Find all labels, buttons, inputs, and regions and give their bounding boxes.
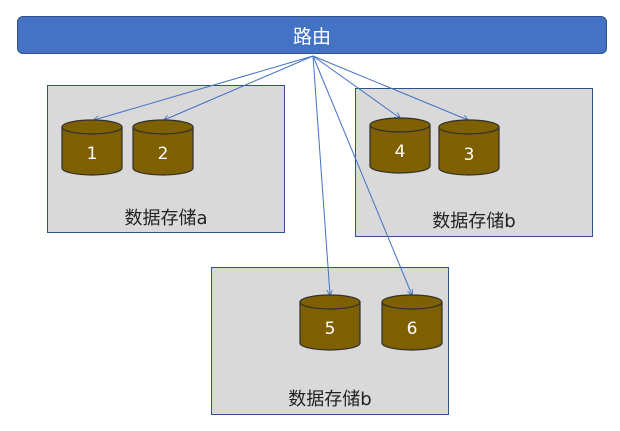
disk-5-label: 5 (325, 319, 336, 339)
disk-6: 6 (381, 294, 443, 351)
disk-1: 1 (61, 119, 123, 176)
disk-2-label: 2 (158, 144, 169, 164)
disk-6-label: 6 (407, 319, 418, 339)
disk-3: 3 (438, 119, 500, 176)
disk-1-label: 1 (87, 144, 98, 164)
diagram-canvas: 1 2 4 3 5 6 (61, 55, 500, 351)
edge-router-disk-2 (164, 55, 314, 120)
disk-2: 2 (132, 119, 194, 176)
edge-router-disk-3 (312, 55, 468, 120)
disk-3-label: 3 (464, 145, 475, 165)
disk-4: 4 (369, 117, 431, 174)
disk-5: 5 (299, 294, 361, 351)
disk-4-label: 4 (395, 142, 406, 162)
edge-router-disk-1 (94, 55, 314, 120)
